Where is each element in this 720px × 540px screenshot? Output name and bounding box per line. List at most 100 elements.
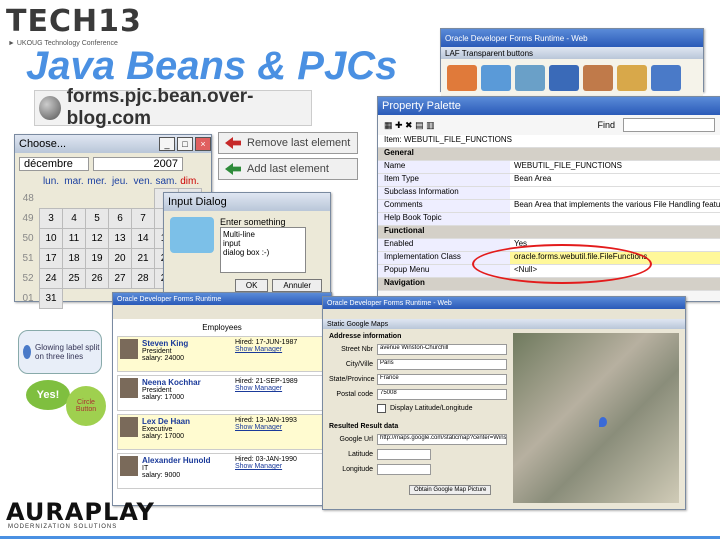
- employees-heading: Employees: [202, 323, 242, 332]
- day-header: ven.: [133, 176, 153, 188]
- calendar-day[interactable]: 25: [62, 268, 86, 289]
- calendar-day[interactable]: 5: [85, 208, 109, 229]
- show-manager-link[interactable]: Show Manager: [235, 463, 324, 470]
- state-input[interactable]: France: [377, 374, 507, 385]
- glowing-label-text: Glowing label split on three lines: [35, 343, 100, 361]
- calendar-day[interactable]: 11: [62, 228, 86, 249]
- postal-input[interactable]: 75008: [377, 389, 507, 400]
- property-row[interactable]: General: [378, 148, 720, 161]
- calendar-empty: [63, 289, 86, 309]
- employee-details: Alexander Hunold IT salary: 9000: [142, 456, 231, 486]
- property-row[interactable]: Subclass Information: [378, 187, 720, 200]
- toolbar-icon[interactable]: [617, 65, 647, 91]
- globe-icon: [39, 96, 61, 120]
- remove-last-element-button[interactable]: Remove last element: [218, 132, 358, 154]
- toolbar-icon[interactable]: [583, 65, 613, 91]
- employees-titlebar: Oracle Developer Forms Runtime: [113, 293, 331, 305]
- glowing-label: Glowing label split on three lines: [18, 330, 102, 374]
- employee-card[interactable]: Alexander Hunold IT salary: 9000 Hired: 03-…: [117, 453, 327, 489]
- month-select[interactable]: décembre: [19, 157, 89, 171]
- property-row[interactable]: Comments Bean Area that implements the va…: [378, 200, 720, 213]
- add-label: Add last element: [247, 163, 329, 175]
- runtime-subtitle: LAF Transparent buttons: [445, 48, 534, 58]
- calendar-day[interactable]: 26: [85, 268, 109, 289]
- employee-details: Lex De Haan Executive salary: 17000: [142, 417, 231, 447]
- week-number: 51: [22, 253, 34, 264]
- employee-card[interactable]: Lex De Haan Executive salary: 17000 Hired: …: [117, 414, 327, 450]
- show-manager-link[interactable]: Show Manager: [235, 424, 324, 431]
- property-row[interactable]: Item Type Bean Area: [378, 174, 720, 187]
- find-input[interactable]: [623, 118, 715, 132]
- calendar-day[interactable]: 7: [131, 208, 155, 229]
- cancel-button[interactable]: Annuler: [272, 279, 322, 292]
- show-manager-link[interactable]: Show Manager: [235, 346, 324, 353]
- calendar-day[interactable]: 6: [108, 208, 132, 229]
- circle-button[interactable]: Circle Button: [66, 386, 106, 426]
- calendar-empty: [63, 189, 86, 209]
- ok-button[interactable]: OK: [234, 279, 269, 292]
- year-spinner[interactable]: 2007: [93, 157, 183, 171]
- employee-meta: Hired: 13-JAN-1993 Show Manager: [235, 417, 324, 447]
- property-row[interactable]: Name WEBUTIL_FILE_FUNCTIONS: [378, 161, 720, 174]
- city-input[interactable]: Paris: [377, 359, 507, 370]
- maximize-icon[interactable]: □: [177, 137, 193, 151]
- calendar-title: Choose...: [19, 138, 67, 150]
- calendar-day[interactable]: 4: [62, 208, 86, 229]
- employee-hired: Hired: 13-JAN-1993: [235, 417, 297, 424]
- property-row[interactable]: Functional: [378, 226, 720, 239]
- calendar-day[interactable]: 24: [39, 268, 63, 289]
- dialog-title: Input Dialog: [168, 196, 227, 208]
- property-name: Comments: [378, 200, 510, 212]
- calendar-day[interactable]: 27: [108, 268, 132, 289]
- toolbar-icon[interactable]: [515, 65, 545, 91]
- minimize-icon[interactable]: _: [159, 137, 175, 151]
- calendar-day[interactable]: 21: [131, 248, 155, 269]
- day-header: jeu.: [111, 176, 129, 188]
- calendar-day[interactable]: 14: [131, 228, 155, 249]
- calendar-day[interactable]: 3: [39, 208, 63, 229]
- calendar-day[interactable]: 12: [85, 228, 109, 249]
- obtain-map-button[interactable]: Obtain Google Map Picture: [409, 485, 492, 495]
- dialog-textarea[interactable]: Multi-line input dialog box :-): [220, 227, 306, 273]
- calendar-empty: [132, 189, 155, 209]
- street-input[interactable]: avenue Winston-Churchill: [377, 344, 507, 355]
- close-icon[interactable]: ×: [195, 137, 211, 151]
- property-value[interactable]: Bean Area: [510, 174, 720, 186]
- map-inner-titlebar: Static Google Maps: [323, 319, 685, 329]
- calendar-day[interactable]: 13: [108, 228, 132, 249]
- longitude-input[interactable]: [377, 464, 431, 475]
- latitude-input[interactable]: [377, 449, 431, 460]
- google-url-input[interactable]: http://maps.google.com/staticmap?center=…: [377, 434, 507, 445]
- calendar-day[interactable]: 19: [85, 248, 109, 269]
- property-value[interactable]: [510, 148, 720, 160]
- runtime-titlebar: Oracle Developer Forms Runtime - Web: [441, 29, 703, 47]
- property-value[interactable]: WEBUTIL_FILE_FUNCTIONS: [510, 161, 720, 173]
- calendar-day[interactable]: 28: [131, 268, 155, 289]
- employee-card[interactable]: Neena Kochhar President salary: 17000 Hired…: [117, 375, 327, 411]
- toolbar-icon[interactable]: [481, 65, 511, 91]
- week-number: 49: [22, 213, 34, 224]
- property-value[interactable]: [510, 226, 720, 238]
- employee-card[interactable]: Steven King President salary: 24000 Hired: …: [117, 336, 327, 372]
- employee-photo: [120, 456, 138, 476]
- calendar-day[interactable]: 31: [39, 288, 63, 309]
- toolbar-icon[interactable]: [549, 65, 579, 91]
- employee-photo: [120, 417, 138, 437]
- add-last-element-button[interactable]: Add last element: [218, 158, 358, 180]
- calendar-day[interactable]: 20: [108, 248, 132, 269]
- toolbar-icon[interactable]: [651, 65, 681, 91]
- toolbar-icon[interactable]: [447, 65, 477, 91]
- calendar-day[interactable]: 17: [39, 248, 63, 269]
- property-value[interactable]: Bean Area that implements the various Fi…: [510, 200, 720, 212]
- calendar-day[interactable]: 18: [62, 248, 86, 269]
- latlng-checkbox[interactable]: [377, 404, 386, 413]
- map-menubar: [323, 309, 685, 319]
- laf-runtime-window: Oracle Developer Forms Runtime - Web LAF…: [440, 28, 704, 97]
- toolbar-icons[interactable]: ▦ ✚ ✖ ▤ ▥: [384, 120, 435, 131]
- property-value[interactable]: [510, 213, 720, 225]
- property-row[interactable]: Help Book Topic: [378, 213, 720, 226]
- field-label: Street Nbr: [341, 346, 373, 353]
- show-manager-link[interactable]: Show Manager: [235, 385, 324, 392]
- property-value[interactable]: [510, 187, 720, 199]
- calendar-day[interactable]: 10: [39, 228, 63, 249]
